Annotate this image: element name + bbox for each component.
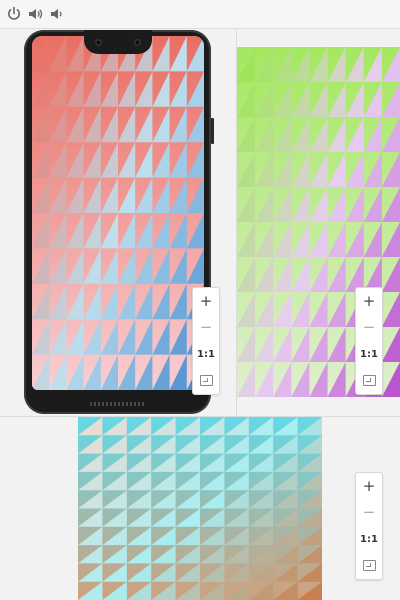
zoom-in-button[interactable]: + bbox=[193, 288, 219, 314]
triangle-pattern-phone bbox=[32, 36, 204, 390]
front-camera-icon bbox=[95, 39, 102, 46]
volume-up-icon[interactable] bbox=[27, 6, 43, 22]
zoom-in-button[interactable]: + bbox=[356, 288, 382, 314]
zoom-out-button[interactable]: − bbox=[356, 499, 382, 525]
front-camera-icon bbox=[134, 39, 141, 46]
zoom-out-button[interactable]: − bbox=[193, 314, 219, 340]
fit-to-screen-button[interactable] bbox=[356, 552, 382, 578]
phone-speaker-grille bbox=[90, 402, 146, 406]
cyan-orange-preview bbox=[78, 417, 322, 600]
fit-screen-icon bbox=[362, 374, 376, 386]
zoom-controls: + − 1:1 bbox=[355, 472, 383, 580]
actual-size-button[interactable]: 1:1 bbox=[356, 526, 382, 552]
zoom-in-button[interactable]: + bbox=[356, 473, 382, 499]
phone-side-button bbox=[211, 118, 214, 144]
fit-screen-icon bbox=[199, 374, 213, 386]
zoom-controls: + − 1:1 bbox=[355, 287, 383, 395]
phone-screen bbox=[32, 36, 204, 390]
fit-to-screen-button[interactable] bbox=[356, 367, 382, 393]
fit-to-screen-button[interactable] bbox=[193, 367, 219, 393]
actual-size-button[interactable]: 1:1 bbox=[193, 341, 219, 367]
triangle-pattern-cyan-orange bbox=[78, 417, 322, 600]
volume-down-icon[interactable] bbox=[49, 6, 65, 22]
zoom-controls: + − 1:1 bbox=[192, 287, 220, 395]
actual-size-button[interactable]: 1:1 bbox=[356, 341, 382, 367]
power-icon[interactable] bbox=[6, 6, 22, 22]
zoom-out-button[interactable]: − bbox=[356, 314, 382, 340]
fit-screen-icon bbox=[362, 559, 376, 571]
phone-notch bbox=[84, 30, 152, 54]
top-toolbar bbox=[0, 0, 400, 29]
